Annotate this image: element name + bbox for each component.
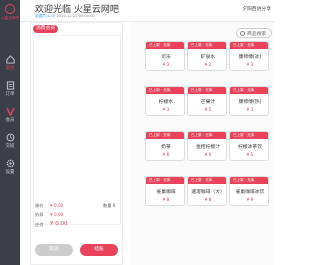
header: 欢迎光临 火星云网吧 收银员(123) 2020-12-22 00:00:00 … <box>20 0 275 22</box>
current-time: 2020-12-22 00:00:00 <box>56 14 95 18</box>
product-name: 康师傅(冰) <box>238 55 262 60</box>
product-name: 雀巢咖啡 <box>156 190 176 195</box>
product-name: 可乐 <box>161 55 171 60</box>
product-status-badge: 已上架 · 无库 <box>188 87 226 94</box>
product-card[interactable]: 已上架 · 无库 康师傅(冰) ¥ 3 <box>229 41 269 71</box>
product-card[interactable]: 已上架 · 无库 雀巢咖啡 ¥ 8 <box>145 176 185 206</box>
product-card[interactable]: 已上架 · 无库 奶茶 ¥ 6 <box>145 131 185 161</box>
order-icon <box>6 81 14 90</box>
product-price: ¥ 3 <box>246 107 254 112</box>
product-name: 柠檬冰茶饮 <box>238 145 262 150</box>
product-status-badge: 已上架 · 无库 <box>146 42 184 49</box>
product-price: ¥ 3 <box>162 107 170 112</box>
nav-label: 前台 <box>5 66 15 71</box>
product-card[interactable]: 已上架 · 无库 芒果汁 ¥ 5 <box>187 86 227 116</box>
home-icon <box>5 55 15 64</box>
search-icon <box>240 31 245 36</box>
product-name: 康师傅(热) <box>238 100 262 105</box>
product-price: ¥ 8 <box>204 197 212 202</box>
discount: 折扣 <box>35 212 43 218</box>
product-price: ¥ 8 <box>162 197 170 202</box>
sidebar: 火星云网吧 前台 订单 会员 交班 设置 <box>0 0 20 265</box>
product-price: ¥ 5 <box>204 107 212 112</box>
product-name: 芒果汁 <box>200 100 216 105</box>
original-total-amount: ¥ 0.00 <box>50 203 64 208</box>
payable: 应付 <box>35 222 43 228</box>
nav-item-shift[interactable]: 交班 <box>0 130 20 152</box>
product-price: ¥ 6 <box>162 152 170 157</box>
checkout-button[interactable]: 结账 <box>80 244 118 256</box>
product-price: ¥ 2 <box>204 62 212 67</box>
payable-label: 应付 <box>35 222 44 227</box>
payable-value: ¥ 0.00 <box>50 221 68 227</box>
brand-name: 火星云网吧 <box>1 16 19 20</box>
product-status-badge: 已上架 · 无库 <box>230 177 268 184</box>
nav-label: 订单 <box>5 92 15 97</box>
product-name: 金桔柠檬汁 <box>196 145 220 150</box>
header-user-info[interactable]: 夕阳西进分享 <box>242 5 271 12</box>
product-card[interactable]: 已上架 · 无库 柠檬冰茶饮 ¥ 5 <box>229 131 269 161</box>
product-price: ¥ 3 <box>246 62 254 67</box>
product-price: ¥ 9 <box>246 197 254 202</box>
order-panel: 消费会员 <box>30 22 123 265</box>
original-total-label: 原价 <box>35 203 44 208</box>
brand-logo: 火星云网吧 <box>0 0 20 30</box>
search-placeholder: 商品搜索 <box>247 32 267 37</box>
nav-label: 交班 <box>5 144 15 149</box>
product-status-badge: 已上架 · 无库 <box>230 87 268 94</box>
product-status-badge: 已上架 · 无库 <box>188 132 226 139</box>
product-price: ¥ 6 <box>204 152 212 157</box>
product-card[interactable]: 已上架 · 无库 柠檬水 ¥ 3 <box>145 86 185 116</box>
product-card[interactable]: 已上架 · 无库 矿泉水 ¥ 2 <box>187 41 227 71</box>
product-price: ¥ 5 <box>246 152 254 157</box>
nav-item-settings[interactable]: 设置 <box>0 156 20 178</box>
product-name: 奶茶 <box>161 145 171 150</box>
member-tag[interactable]: 消费会员 <box>33 25 59 33</box>
product-card[interactable]: 已上架 · 无库 可乐 ¥ 3 <box>145 41 185 71</box>
product-status-badge: 已上架 · 无库 <box>230 132 268 139</box>
item-count-value: 0 <box>112 203 116 208</box>
cashier-label: 收银员(123) <box>35 14 56 18</box>
original-total: 原价 <box>35 203 43 209</box>
product-status-badge: 已上架 · 无库 <box>146 132 184 139</box>
member-icon <box>5 107 15 116</box>
product-card[interactable]: 已上架 · 无库 雀巢咖啡冰饮 ¥ 9 <box>229 176 269 206</box>
nav-label: 会员 <box>5 118 15 123</box>
brand-mark-icon <box>5 4 15 14</box>
product-card[interactable]: 已上架 · 无库 康师傅(热) ¥ 3 <box>229 86 269 116</box>
product-name: 速溶咖啡（大） <box>191 190 225 195</box>
nav-label: 设置 <box>5 170 15 175</box>
item-count-label: 数量 <box>103 203 112 208</box>
item-count: 数量 0 <box>103 203 115 209</box>
product-search[interactable]: 商品搜索 <box>236 28 272 38</box>
product-status-badge: 已上架 · 无库 <box>230 42 268 49</box>
settings-icon <box>6 159 14 168</box>
order-item-list[interactable] <box>33 35 121 225</box>
product-card[interactable]: 已上架 · 无库 速溶咖啡（大） ¥ 8 <box>187 176 227 206</box>
product-status-badge: 已上架 · 无库 <box>146 177 184 184</box>
discount-label: 折扣 <box>35 212 44 217</box>
shift-icon <box>6 133 14 142</box>
original-total-value: ¥ 0.00 <box>50 203 63 208</box>
product-card[interactable]: 已上架 · 无库 金桔柠檬汁 ¥ 6 <box>187 131 227 161</box>
product-status-badge: 已上架 · 无库 <box>146 87 184 94</box>
nav-item-members[interactable]: 会员 <box>0 104 20 126</box>
product-status-badge: 已上架 · 无库 <box>188 177 226 184</box>
product-name: 矿泉水 <box>200 55 216 60</box>
product-price: ¥ 3 <box>162 62 170 67</box>
product-status-badge: 已上架 · 无库 <box>188 42 226 49</box>
product-name: 柠檬水 <box>158 100 174 105</box>
discount-amount: ¥ 0.00 <box>50 212 64 217</box>
nav-item-front[interactable]: 前台 <box>0 52 20 74</box>
payable-amount: ¥ 0.00 <box>50 221 68 227</box>
cancel-button[interactable]: 取消 <box>35 244 73 256</box>
discount-value: ¥ 0.00 <box>50 212 63 217</box>
nav-item-orders[interactable]: 订单 <box>0 78 20 100</box>
product-name: 雀巢咖啡冰饮 <box>235 190 265 195</box>
cashier-status: 收银员(123) 2020-12-22 00:00:00 <box>35 14 95 19</box>
